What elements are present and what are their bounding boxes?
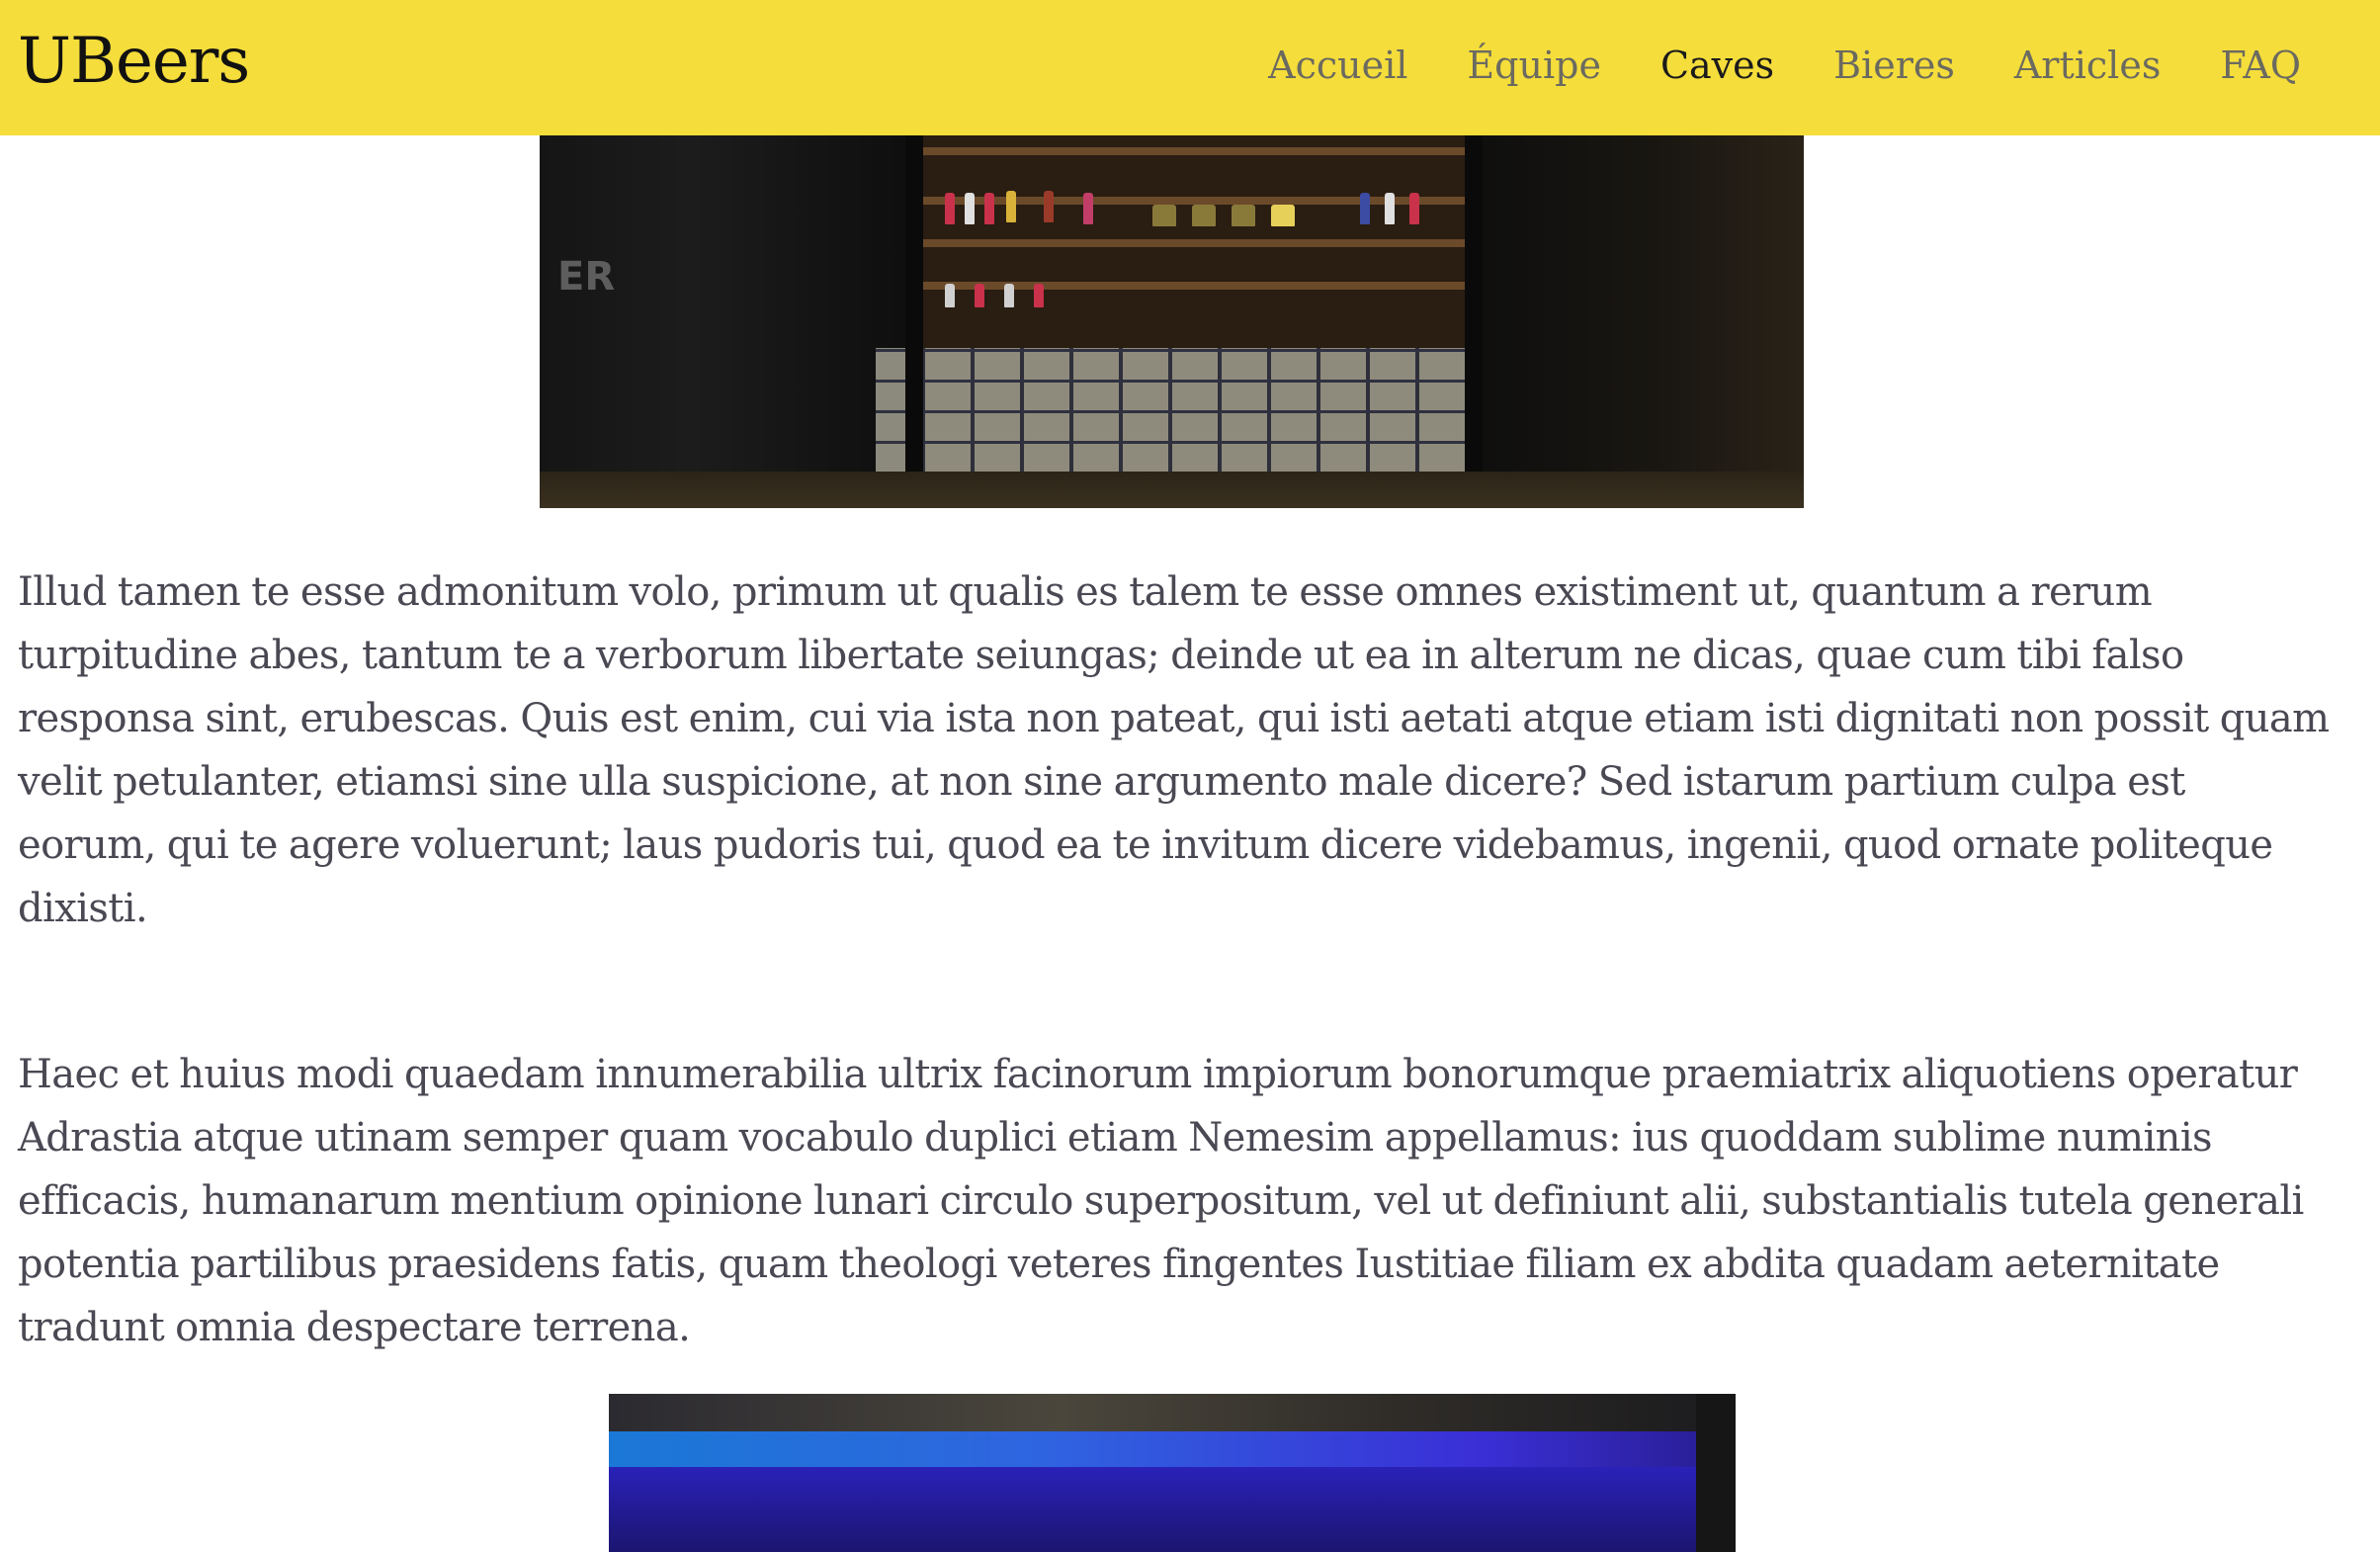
brand-logo-link[interactable]: UBeers (18, 22, 250, 101)
nav-item-bieres: Bieres (1833, 38, 1955, 93)
bar-interior-image (609, 1394, 1736, 1552)
bottle (945, 193, 955, 224)
door-left (540, 135, 915, 508)
paragraph: Illud tamen te esse admonitum volo, prim… (18, 569, 2330, 931)
bottle (1385, 193, 1395, 224)
image-purple-band (609, 1467, 1696, 1552)
nav-item-accueil: Accueil (1268, 38, 1407, 93)
nav-link-articles[interactable]: Articles (2014, 43, 2161, 87)
bottle (984, 193, 994, 224)
nav-item-faq: FAQ (2220, 38, 2301, 93)
nav-link-accueil[interactable]: Accueil (1268, 43, 1407, 87)
bottle (975, 284, 984, 307)
store-floor-tiles (876, 348, 1508, 472)
main-nav: Accueil Équipe Caves Bieres Articles FAQ (1268, 38, 2301, 93)
image-edge (1696, 1394, 1736, 1552)
bottle (1360, 193, 1370, 224)
nav-link-faq[interactable]: FAQ (2220, 43, 2301, 87)
bottle (1083, 193, 1093, 224)
bottle (1006, 191, 1016, 222)
shelf (915, 147, 1469, 155)
bottle (1192, 205, 1216, 226)
nav-item-caves: Caves (1660, 38, 1774, 93)
top-navbar: UBeers Accueil Équipe Caves Bieres Artic… (0, 0, 2380, 135)
bottle (1004, 284, 1014, 307)
nav-link-equipe[interactable]: Équipe (1467, 43, 1601, 87)
nav-link-bieres[interactable]: Bieres (1833, 43, 1955, 87)
nav-item-articles: Articles (2014, 38, 2161, 93)
nav-item-equipe: Équipe (1467, 38, 1601, 93)
bottle (1034, 284, 1044, 307)
bottle (1044, 191, 1054, 222)
image-blue-band (609, 1431, 1696, 1467)
storefront-sign-image: ER (557, 254, 616, 300)
door-frame (905, 135, 923, 508)
bottle (965, 193, 975, 224)
door-frame (1465, 135, 1483, 508)
shelf (915, 282, 1469, 290)
cave-storefront-image: ER (540, 135, 1804, 508)
sidewalk (540, 472, 1804, 508)
image-top-band (609, 1394, 1736, 1433)
bottle (945, 284, 955, 307)
bottle (1271, 205, 1295, 226)
paragraph: Haec et huius modi quaedam innumerabilia… (18, 1052, 2304, 1350)
bottle (1232, 205, 1255, 226)
nav-link-caves[interactable]: Caves (1660, 43, 1774, 87)
bottle (1152, 205, 1176, 226)
door-right (1468, 135, 1804, 508)
bottle (1409, 193, 1419, 224)
shelf (915, 239, 1469, 247)
